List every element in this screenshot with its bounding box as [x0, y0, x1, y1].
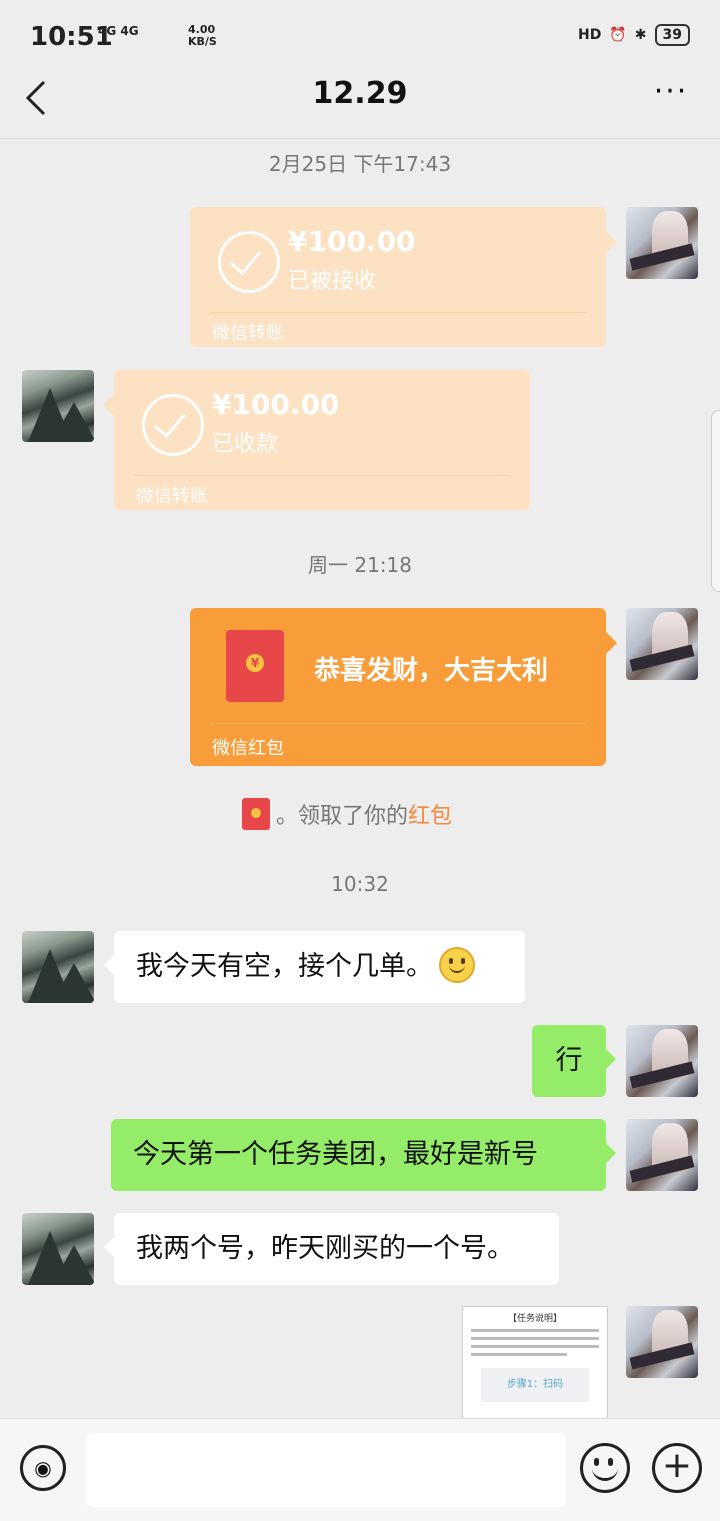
red-packet-icon: ¥	[226, 630, 284, 702]
red-packet-icon	[242, 798, 270, 830]
message-text: 我今天有空，接个几单。	[136, 951, 433, 982]
message-input[interactable]	[86, 1433, 566, 1507]
transfer-card-outgoing[interactable]: ¥100.00 已被接收 微信转账	[190, 207, 617, 347]
timestamp: 2月25日 下午17:43	[268, 152, 452, 176]
red-packet-greeting: 恭喜发财，大吉大利	[314, 656, 549, 686]
timestamp: 10:32	[331, 872, 389, 896]
divider	[210, 723, 586, 724]
message-bubble-incoming[interactable]: 我两个号，昨天刚买的一个号。	[104, 1213, 559, 1285]
avatar-me[interactable]	[626, 1306, 698, 1378]
image-message[interactable]: 【任务说明】 步骤1：扫码	[462, 1306, 608, 1420]
red-packet-link[interactable]: 红包	[408, 798, 452, 830]
avatar-contact[interactable]	[22, 370, 94, 442]
status-icons: HD ⏰ ✱ 39	[578, 24, 690, 46]
chat-header: 12.29 ···	[0, 60, 720, 139]
system-notice-text: 。领取了你的	[276, 804, 409, 829]
avatar-me[interactable]	[626, 207, 698, 279]
message-bubble-incoming[interactable]: 我今天有空，接个几单。	[104, 931, 525, 1003]
divider	[134, 475, 510, 476]
transfer-label: 微信转账	[212, 323, 284, 344]
message-text: 我两个号，昨天刚买的一个号。	[136, 1233, 514, 1264]
image-doc-step: 步骤1：扫码	[481, 1368, 589, 1402]
red-packet-card[interactable]: ¥ 恭喜发财，大吉大利 微信红包	[190, 608, 617, 766]
avatar-contact[interactable]	[22, 931, 94, 1003]
transfer-label: 微信转账	[136, 486, 208, 507]
bluetooth-icon: ✱	[634, 27, 647, 43]
message-bubble-outgoing[interactable]: 行	[532, 1025, 616, 1097]
divider	[210, 312, 586, 313]
alarm-icon: ⏰	[609, 27, 627, 43]
more-button[interactable]: ···	[646, 77, 696, 112]
page-title: 12.29	[312, 76, 408, 111]
timestamp: 周一 21:18	[308, 553, 412, 577]
avatar-me[interactable]	[626, 608, 698, 680]
transfer-amount: ¥100.00	[212, 388, 340, 421]
transfer-amount: ¥100.00	[288, 225, 416, 258]
check-icon	[218, 231, 280, 293]
network-speed: 4.00 KB/S	[188, 23, 217, 48]
scrollbar[interactable]	[711, 410, 720, 592]
message-bubble-outgoing[interactable]: 今天第一个任务美团，最好是新号	[111, 1119, 616, 1191]
avatar-me[interactable]	[626, 1025, 698, 1097]
avatar-contact[interactable]	[22, 1213, 94, 1285]
plus-button[interactable]: +	[652, 1443, 702, 1493]
more-icon: ···	[653, 74, 689, 109]
network-indicator: 4G 4G	[98, 24, 139, 38]
voice-icon: ◉	[34, 1456, 52, 1480]
input-bar: ◉ +	[0, 1418, 720, 1521]
transfer-status: 已收款	[212, 432, 279, 457]
voice-button[interactable]: ◉	[20, 1445, 66, 1491]
smile-emoji-icon	[439, 946, 475, 983]
system-notice: 。领取了你的 红包	[242, 796, 452, 832]
battery-indicator: 39	[654, 24, 690, 46]
check-icon	[142, 394, 204, 456]
avatar-me[interactable]	[626, 1119, 698, 1191]
message-text: 行	[555, 1045, 583, 1076]
transfer-status: 已被接收	[288, 269, 377, 294]
transfer-card-incoming[interactable]: ¥100.00 已收款 微信转账	[103, 370, 530, 510]
message-text: 今天第一个任务美团，最好是新号	[133, 1139, 538, 1170]
plus-icon: +	[661, 1445, 693, 1486]
hd-icon: HD	[578, 27, 602, 43]
image-doc-title: 【任务说明】	[507, 1314, 562, 1324]
red-packet-label: 微信红包	[212, 738, 284, 759]
emoji-button[interactable]	[580, 1443, 630, 1493]
